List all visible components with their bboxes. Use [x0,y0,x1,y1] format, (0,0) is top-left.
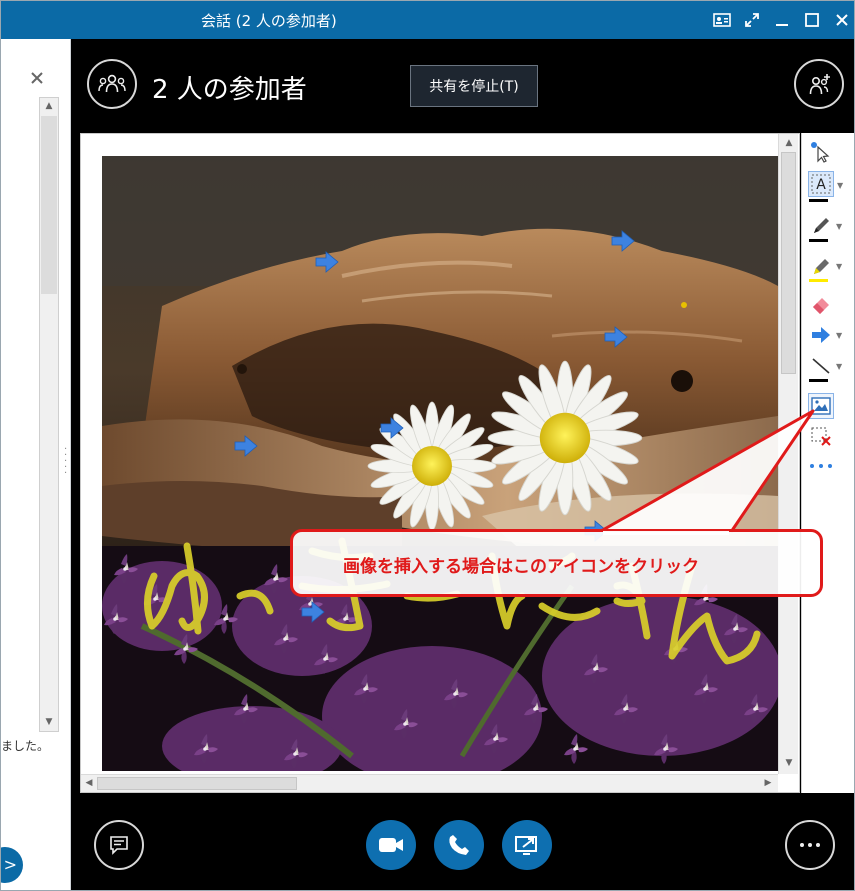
conversation-window: 会話 (2 人の参加者) ▲ ▼ · · · · · ました。 > 2 人の参加… [0,0,855,891]
call-controls-bar [72,793,854,890]
video-camera-icon [379,838,403,852]
more-dots-icon [800,843,820,847]
callout-pointer-join [603,531,729,535]
video-button[interactable] [366,820,416,870]
chat-bubble-icon [110,836,128,855]
phone-icon [449,835,469,855]
present-screen-icon [515,836,537,855]
share-content-button[interactable] [502,820,552,870]
open-im-button[interactable] [94,820,144,870]
more-options-button[interactable] [785,820,835,870]
call-button[interactable] [434,820,484,870]
